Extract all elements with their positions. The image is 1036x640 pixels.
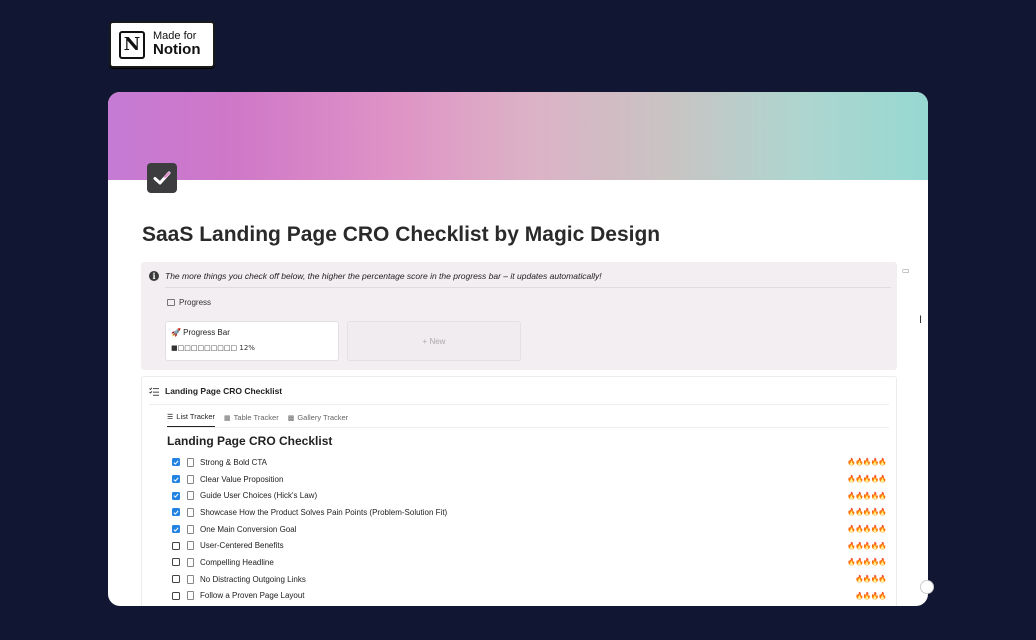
checked-checkbox[interactable]: [172, 491, 180, 500]
checklist-rows: Strong & Bold CTA 🔥🔥🔥🔥🔥 Clear Value Propos…: [172, 454, 887, 605]
item-label[interactable]: User-Centered Benefits: [200, 541, 284, 550]
tab-table-tracker[interactable]: ▦ Table Tracker: [224, 412, 279, 428]
item-label[interactable]: Showcase How the Product Solves Pain Poi…: [200, 508, 447, 517]
made-for-notion-badge: N Made for Notion: [109, 21, 215, 68]
progress-view-label: Progress: [179, 298, 212, 307]
checkmark-icon: [173, 460, 179, 465]
checkmark-icon: [173, 510, 179, 515]
list-title: Landing Page CRO Checklist: [167, 434, 333, 448]
divider: [149, 404, 889, 405]
text-cursor-icon: I: [919, 314, 923, 326]
checkmark-icon: [173, 477, 179, 482]
unchecked-checkbox[interactable]: [172, 575, 180, 584]
new-card-button[interactable]: + New: [347, 321, 521, 361]
page-icon: [187, 457, 194, 467]
card-title: 🚀 Progress Bar: [171, 328, 230, 337]
progress-bar-card[interactable]: 🚀 Progress Bar ■□□□□□□□□□ 12%: [165, 321, 339, 361]
info-callout: i The more things you check off below, t…: [141, 262, 897, 370]
list-item[interactable]: No Distracting Outgoing Links 🔥🔥🔥🔥: [172, 571, 887, 588]
tab-label: Table Tracker: [233, 413, 279, 422]
priority-fire-rating: 🔥🔥🔥🔥🔥: [847, 509, 887, 517]
item-label[interactable]: Clear Value Proposition: [200, 475, 283, 484]
database-header[interactable]: Landing Page CRO Checklist: [149, 386, 282, 396]
checkbox-icon[interactable]: [147, 163, 177, 193]
checked-checkbox[interactable]: [172, 475, 180, 484]
badge-text: Made for Notion: [153, 30, 201, 59]
unchecked-checkbox[interactable]: [172, 541, 180, 550]
divider: [167, 427, 889, 428]
help-button[interactable]: [920, 580, 934, 594]
list-item[interactable]: Guide User Choices (Hick's Law) 🔥🔥🔥🔥🔥: [172, 487, 887, 504]
gallery-icon: ▩: [287, 414, 295, 422]
priority-fire-rating: 🔥🔥🔥🔥: [855, 592, 887, 600]
page-icon: [187, 507, 194, 517]
tab-label: List Tracker: [176, 412, 216, 421]
tab-gallery-tracker[interactable]: ▩ Gallery Tracker: [288, 412, 348, 428]
priority-fire-rating: 🔥🔥🔥🔥🔥: [847, 492, 887, 500]
list-item[interactable]: Clear Value Proposition 🔥🔥🔥🔥🔥: [172, 471, 887, 488]
list-item[interactable]: User-Centered Benefits 🔥🔥🔥🔥🔥: [172, 537, 887, 554]
list-item[interactable]: Compelling Headline 🔥🔥🔥🔥🔥: [172, 554, 887, 571]
page-icon: [187, 474, 194, 484]
list-item[interactable]: Follow a Proven Page Layout 🔥🔥🔥🔥: [172, 588, 887, 605]
checked-checkbox[interactable]: [172, 525, 180, 534]
page-icon: [187, 541, 194, 551]
view-tabs: ☰ List Tracker ▦ Table Tracker ▩ Gallery Trac…: [167, 412, 348, 428]
checkmark-icon: [173, 493, 179, 499]
notion-logo-icon: N: [119, 30, 145, 59]
priority-fire-rating: 🔥🔥🔥🔥🔥: [847, 542, 887, 550]
item-label[interactable]: No Distracting Outgoing Links: [200, 575, 306, 584]
page-icon: [187, 557, 194, 567]
checklist-database: Landing Page CRO Checklist ☰ List Tracker…: [141, 376, 897, 606]
item-label[interactable]: Compelling Headline: [200, 558, 274, 567]
list-icon: ☰: [167, 413, 174, 421]
list-item[interactable]: One Main Conversion Goal 🔥🔥🔥🔥🔥: [172, 521, 887, 538]
checked-checkbox[interactable]: [172, 508, 180, 517]
checkmark-icon: [173, 527, 179, 532]
progress-bar-value: ■□□□□□□□□□ 12%: [171, 344, 255, 352]
priority-fire-rating: 🔥🔥🔥🔥🔥: [847, 459, 887, 467]
unchecked-checkbox[interactable]: [172, 591, 180, 600]
checklist-icon: [149, 387, 159, 396]
comment-icon[interactable]: ▭: [902, 266, 910, 275]
item-label[interactable]: Guide User Choices (Hick's Law): [200, 491, 317, 500]
list-item[interactable]: Strong & Bold CTA 🔥🔥🔥🔥🔥: [172, 454, 887, 471]
list-item[interactable]: Showcase How the Product Solves Pain Poi…: [172, 504, 887, 521]
priority-fire-rating: 🔥🔥🔥🔥🔥: [847, 476, 887, 484]
page-icon: [187, 491, 194, 501]
info-icon: i: [149, 271, 159, 281]
database-title: Landing Page CRO Checklist: [165, 386, 283, 396]
checked-checkbox[interactable]: [172, 458, 180, 467]
item-label[interactable]: Follow a Proven Page Layout: [200, 591, 305, 600]
page-icon: [187, 574, 194, 584]
priority-fire-rating: 🔥🔥🔥🔥🔥: [847, 559, 887, 567]
page-icon: [187, 524, 194, 534]
unchecked-checkbox[interactable]: [172, 558, 180, 567]
divider: [165, 287, 891, 288]
tab-list-tracker[interactable]: ☰ List Tracker: [167, 412, 216, 428]
priority-fire-rating: 🔥🔥🔥🔥🔥: [847, 526, 887, 534]
progress-view-tab[interactable]: Progress: [167, 298, 211, 307]
tab-label: Gallery Tracker: [297, 413, 349, 422]
callout-text[interactable]: The more things you check off below, the…: [165, 271, 602, 281]
gallery-icon: [167, 299, 175, 306]
page-icon: [187, 591, 194, 601]
notion-page-window: SaaS Landing Page CRO Checklist by Magic…: [108, 92, 928, 606]
item-label[interactable]: One Main Conversion Goal: [200, 525, 297, 534]
priority-fire-rating: 🔥🔥🔥🔥: [855, 576, 887, 584]
page-title[interactable]: SaaS Landing Page CRO Checklist by Magic…: [142, 223, 660, 247]
item-label[interactable]: Strong & Bold CTA: [200, 458, 267, 467]
table-icon: ▦: [224, 414, 231, 422]
badge-big-text: Notion: [153, 41, 201, 59]
page-cover[interactable]: [108, 92, 928, 180]
